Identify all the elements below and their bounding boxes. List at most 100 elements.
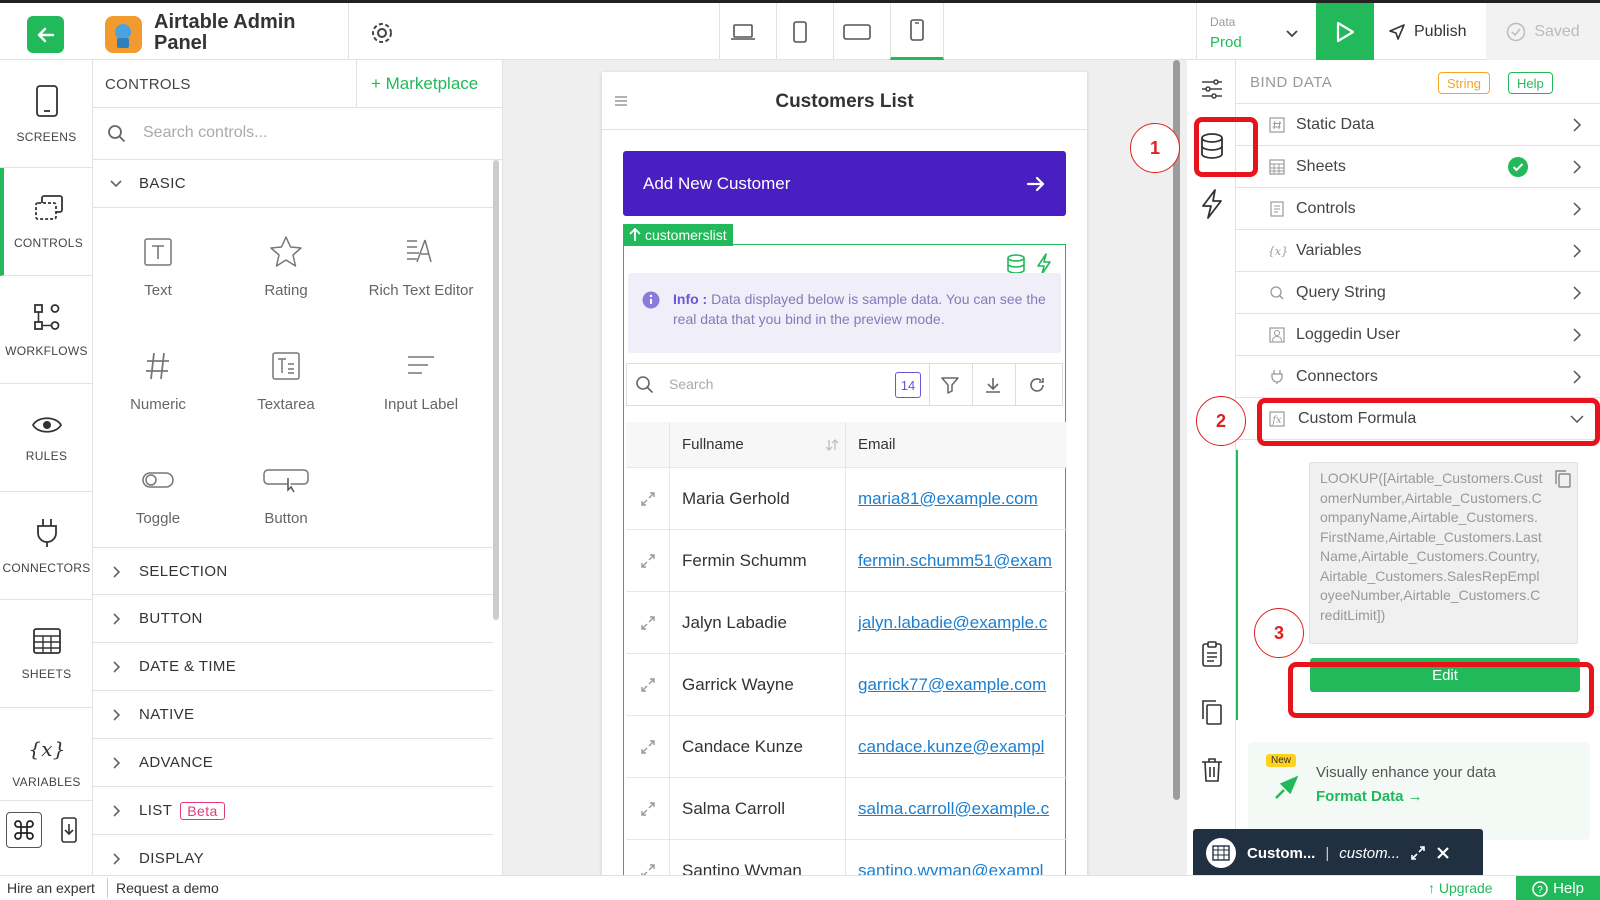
data-source-select[interactable]: Prod — [1210, 34, 1242, 51]
column-email[interactable]: Email — [846, 422, 1067, 467]
cell-email-link[interactable]: santino.wyman@exampl — [858, 861, 1043, 876]
section-list[interactable]: LIST Beta — [93, 787, 493, 835]
settings-gear-icon[interactable] — [370, 21, 394, 45]
cell-email-link[interactable]: jalyn.labadie@example.c — [858, 613, 1047, 633]
bind-controls[interactable]: Controls — [1236, 188, 1600, 230]
marketplace-link[interactable]: + Marketplace — [356, 60, 502, 108]
cell-email-link[interactable]: salma.carroll@example.c — [858, 799, 1049, 819]
table-row[interactable]: Garrick Wayne garrick77@example.com — [626, 654, 1067, 716]
control-rich-text-editor[interactable]: Rich Text Editor — [351, 232, 491, 299]
table-row[interactable]: Fermin Schumm fermin.schumm51@exam — [626, 530, 1067, 592]
section-native[interactable]: NATIVE — [93, 691, 493, 739]
control-numeric[interactable]: Numeric — [93, 346, 223, 413]
list-selected-tag[interactable]: customerslist — [623, 224, 733, 246]
customers-list[interactable]: Info : Data displayed below is sample da… — [623, 244, 1067, 875]
expand-icon[interactable] — [640, 491, 656, 507]
table-row[interactable]: Salma Carroll salma.carroll@example.c — [626, 778, 1067, 840]
nav-controls[interactable]: CONTROLS — [0, 168, 93, 276]
control-button[interactable]: Button — [221, 460, 351, 527]
tablet-view-button[interactable] — [776, 3, 822, 60]
list-search-input[interactable]: Search — [669, 376, 713, 392]
lightning-icon[interactable] — [1036, 253, 1052, 275]
expand-icon[interactable] — [640, 615, 656, 631]
section-date-time[interactable]: DATE & TIME — [93, 643, 493, 691]
cell-email-link[interactable]: maria81@example.com — [858, 489, 1038, 509]
request-demo-link[interactable]: Request a demo — [116, 880, 219, 896]
section-basic[interactable]: BASIC — [93, 160, 493, 208]
bind-sheets[interactable]: Sheets — [1236, 146, 1600, 188]
chevron-down-icon[interactable] — [1286, 30, 1298, 38]
upgrade-link[interactable]: ↑ Upgrade — [1428, 880, 1493, 896]
back-button[interactable] — [27, 16, 64, 53]
table-row[interactable]: Maria Gerhold maria81@example.com — [626, 468, 1067, 530]
publish-button[interactable]: Publish — [1388, 23, 1466, 41]
bind-loggedin-user[interactable]: Loggedin User — [1236, 314, 1600, 356]
nav-workflows[interactable]: WORKFLOWS — [0, 276, 93, 384]
control-input-label[interactable]: Input Label — [351, 346, 491, 413]
desktop-view-button[interactable] — [719, 3, 765, 60]
copy-button[interactable] — [1187, 698, 1236, 726]
bind-query-string[interactable]: Query String — [1236, 272, 1600, 314]
section-display[interactable]: DISPLAY — [93, 835, 493, 875]
bind-static-data[interactable]: Static Data — [1236, 104, 1600, 146]
properties-tab[interactable] — [1187, 78, 1236, 100]
formula-editor[interactable]: LOOKUP([Airtable_Customers.CustomerNumbe… — [1309, 462, 1578, 644]
close-icon[interactable] — [1436, 846, 1450, 860]
table-row[interactable]: Candace Kunze candace.kunze@exampl — [626, 716, 1067, 778]
section-selection[interactable]: SELECTION — [93, 547, 493, 595]
type-badge: String — [1438, 72, 1490, 94]
mobile-view-button[interactable] — [890, 3, 944, 60]
chevron-right-icon — [1573, 286, 1582, 300]
mobile-icon — [910, 19, 924, 41]
bind-variables[interactable]: {x} Variables — [1236, 230, 1600, 272]
expand-icon[interactable] — [640, 863, 656, 876]
database-icon[interactable] — [1006, 253, 1026, 275]
copy-icon[interactable] — [1554, 469, 1572, 489]
format-data-link[interactable]: Format Data → — [1316, 788, 1423, 805]
canvas-scrollbar[interactable] — [1173, 60, 1180, 800]
section-button[interactable]: BUTTON — [93, 595, 493, 643]
column-fullname[interactable]: Fullname — [670, 422, 846, 467]
bind-connectors[interactable]: Connectors — [1236, 356, 1600, 398]
control-rating[interactable]: Rating — [221, 232, 351, 299]
cell-email-link[interactable]: garrick77@example.com — [858, 675, 1046, 695]
control-textarea[interactable]: Textarea — [221, 346, 351, 413]
laptop-icon — [730, 23, 755, 40]
cell-fullname: Garrick Wayne — [670, 654, 846, 715]
help-button[interactable]: Help — [1508, 72, 1553, 94]
tablet-landscape-view-button[interactable] — [833, 3, 879, 60]
nav-rules[interactable]: RULES — [0, 384, 93, 492]
expand-icon[interactable] — [1410, 845, 1426, 861]
help-button[interactable]: ? Help — [1516, 876, 1600, 900]
table-row[interactable]: Santino Wyman santino.wyman@exampl — [626, 840, 1067, 875]
controls-search[interactable]: Search controls... — [93, 108, 502, 160]
expand-icon[interactable] — [640, 739, 656, 755]
actions-tab[interactable] — [1187, 188, 1236, 220]
hire-expert-link[interactable]: Hire an expert — [7, 880, 95, 896]
minimized-dialog[interactable]: Custom... | custom... — [1193, 829, 1483, 877]
expand-icon[interactable] — [640, 677, 656, 693]
table-row[interactable]: Jalyn Labadie jalyn.labadie@example.c — [626, 592, 1067, 654]
controls-scrollbar[interactable] — [493, 160, 499, 620]
expand-icon[interactable] — [640, 801, 656, 817]
delete-button[interactable] — [1187, 756, 1236, 784]
download-icon[interactable] — [983, 375, 1003, 395]
control-toggle[interactable]: Toggle — [93, 460, 223, 527]
preview-play-button[interactable] — [1316, 3, 1374, 60]
cell-email-link[interactable]: fermin.schumm51@exam — [858, 551, 1052, 571]
section-advance[interactable]: ADVANCE — [93, 739, 493, 787]
control-text[interactable]: Text — [93, 232, 223, 299]
sort-icon[interactable] — [825, 438, 839, 452]
command-key-button[interactable] — [6, 812, 42, 848]
nav-sheets[interactable]: SHEETS — [0, 600, 93, 708]
cell-email-link[interactable]: candace.kunze@exampl — [858, 737, 1044, 757]
nav-screens[interactable]: SCREENS — [0, 60, 93, 168]
expand-icon[interactable] — [640, 553, 656, 569]
add-new-customer-button[interactable]: Add New Customer — [623, 151, 1066, 216]
device-preview-button[interactable] — [51, 812, 87, 848]
filter-icon[interactable] — [940, 375, 960, 395]
nav-connectors[interactable]: CONNECTORS — [0, 492, 93, 600]
saved-label: Saved — [1534, 22, 1580, 40]
paste-button[interactable] — [1187, 640, 1236, 668]
refresh-icon[interactable] — [1027, 375, 1047, 395]
